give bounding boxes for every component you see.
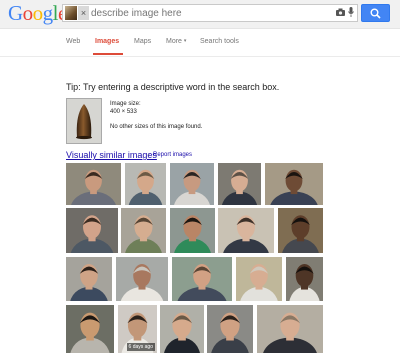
similar-image-tile[interactable] <box>66 305 114 353</box>
person-portrait <box>125 163 166 205</box>
person-portrait <box>236 257 282 301</box>
person-portrait <box>160 305 204 353</box>
person-portrait <box>207 305 253 353</box>
person-portrait <box>286 257 323 301</box>
similar-image-tile[interactable] <box>218 208 274 253</box>
similar-image-tile[interactable] <box>66 208 118 253</box>
person-portrait <box>265 163 323 205</box>
similar-image-tile[interactable] <box>125 163 166 205</box>
similar-image-tile[interactable] <box>172 257 232 301</box>
person-portrait <box>66 163 121 205</box>
person-portrait <box>257 305 323 353</box>
similar-image-tile[interactable] <box>170 163 214 205</box>
similar-image-tile[interactable] <box>170 208 215 253</box>
person-portrait <box>66 208 118 253</box>
similar-image-tile[interactable] <box>66 163 121 205</box>
similar-image-tile[interactable] <box>218 163 261 205</box>
similar-image-tile[interactable] <box>66 257 112 301</box>
similar-image-tile[interactable]: 6 days ago <box>118 305 157 353</box>
person-portrait <box>170 163 214 205</box>
person-portrait <box>218 208 274 253</box>
similar-image-tile[interactable] <box>286 257 323 301</box>
similar-image-tile[interactable] <box>207 305 253 353</box>
similar-image-tile[interactable] <box>160 305 204 353</box>
similar-image-tile[interactable] <box>278 208 323 253</box>
person-portrait <box>121 208 166 253</box>
similar-image-tile[interactable] <box>257 305 323 353</box>
person-portrait <box>278 208 323 253</box>
similar-image-tile[interactable] <box>116 257 168 301</box>
person-portrait <box>116 257 168 301</box>
similar-images-grid: 6 days ago <box>0 0 400 363</box>
person-portrait <box>170 208 215 253</box>
person-portrait <box>172 257 232 301</box>
person-portrait <box>66 257 112 301</box>
similar-image-tile[interactable] <box>265 163 323 205</box>
person-portrait <box>66 305 114 353</box>
image-age-label: 6 days ago <box>126 343 155 351</box>
similar-image-tile[interactable] <box>121 208 166 253</box>
similar-image-tile[interactable] <box>236 257 282 301</box>
person-portrait <box>218 163 261 205</box>
